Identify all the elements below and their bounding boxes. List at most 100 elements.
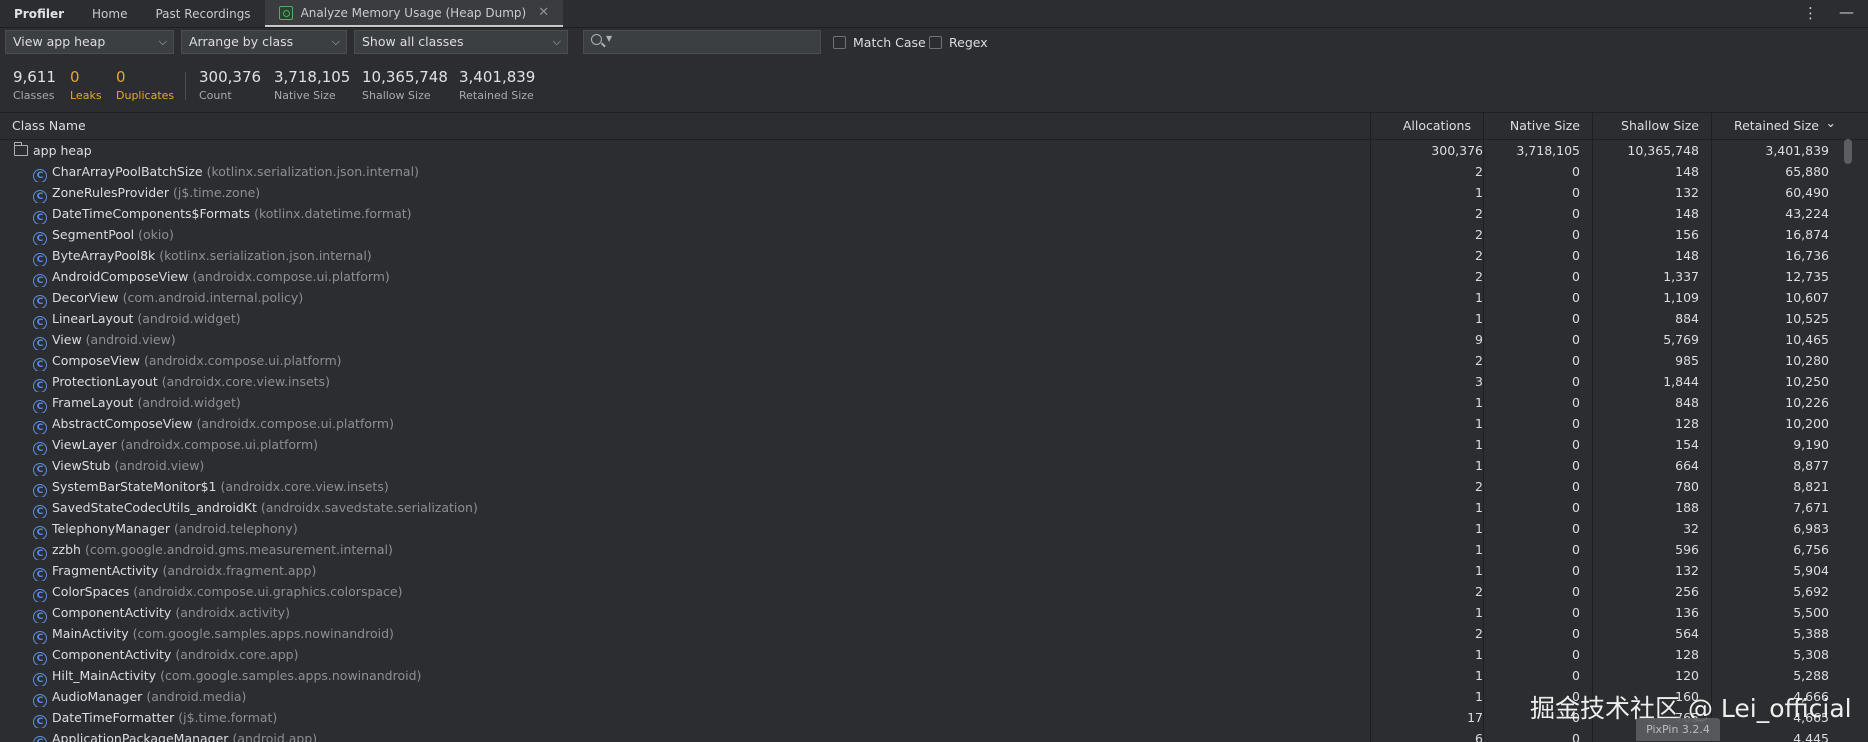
shallow-size-cell: 32 <box>1683 521 1699 536</box>
table-row[interactable]: C ByteArrayPool8k (kotlinx.serialization.… <box>0 245 1868 266</box>
table-row[interactable]: C SavedStateCodecUtils_androidKt (android… <box>0 497 1868 518</box>
allocations-cell: 2 <box>1475 353 1483 368</box>
table-row[interactable]: Czzbh (com.google.android.gms.measuremen… <box>0 539 1868 560</box>
heap-select-value: View app heap <box>13 34 106 49</box>
search-input[interactable] <box>616 33 815 53</box>
scrollbar-thumb[interactable] <box>1844 139 1852 164</box>
allocations-cell: 2 <box>1475 227 1483 242</box>
native-size-cell: 0 <box>1572 479 1580 494</box>
shallow-size-cell: 884 <box>1675 311 1699 326</box>
class-search-field[interactable]: ▼ <box>583 30 821 54</box>
table-row[interactable]: C DecorView (com.android.internal.policy)… <box>0 287 1868 308</box>
memory-analysis-icon <box>278 5 293 20</box>
native-size-cell: 0 <box>1572 416 1580 431</box>
class-package: (com.google.android.gms.measurement.inte… <box>84 542 393 557</box>
table-row[interactable]: C SegmentPool (okio) 2 0 156 16,874 <box>0 224 1868 245</box>
table-row[interactable]: C AbstractComposeView (androidx.compose.u… <box>0 413 1868 434</box>
class-name-cell: C ComponentActivity (androidx.core.app) <box>0 644 1403 665</box>
arrange-select[interactable]: Arrange by class ⌵ <box>181 30 347 54</box>
native-size-cell: 0 <box>1572 521 1580 536</box>
native-size-cell: 0 <box>1572 584 1580 599</box>
table-row-app-heap[interactable]: app heap 300,376 3,718,105 10,365,748 3,401,… <box>0 140 1868 161</box>
retained-size-cell: 5,288 <box>1793 668 1829 683</box>
class-name-cell: C ViewStub (android.view) <box>0 455 1403 476</box>
class-name-cell: C ViewLayer (androidx.compose.ui.platform… <box>0 434 1403 455</box>
tab-past-recordings[interactable]: Past Recordings <box>141 0 264 27</box>
class-filter-select[interactable]: Show all classes ⌵ <box>354 30 568 54</box>
table-row[interactable]: C ComponentActivity (androidx.core.app) 1 0… <box>0 644 1868 665</box>
allocations-cell: 2 <box>1475 584 1483 599</box>
table-row[interactable]: C ViewStub (android.view) 1 0 664 8,877 <box>0 455 1868 476</box>
search-history-dropdown-icon[interactable]: ▼ <box>606 34 612 43</box>
table-row[interactable]: C TelephonyManager (android.telephony) 1 0 3… <box>0 518 1868 539</box>
column-header-allocations[interactable]: Allocations <box>1370 113 1483 139</box>
class-name-cell: C ComposeView (androidx.compose.ui.platfo… <box>0 350 1403 371</box>
shallow-size-cell: 985 <box>1675 353 1699 368</box>
native-size-cell: 0 <box>1572 353 1580 368</box>
table-row[interactable]: C SystemBarStateMonitor$1 (androidx.core.… <box>0 476 1868 497</box>
class-package: (kotlinx.datetime.format) <box>254 206 412 221</box>
tab-home[interactable]: Home <box>78 0 141 27</box>
table-row[interactable]: C ApplicationPackageManager (android.app)… <box>0 728 1868 742</box>
table-row[interactable]: C ViewLayer (androidx.compose.ui.platform… <box>0 434 1868 455</box>
shallow-size-cell: 596 <box>1675 542 1699 557</box>
vertical-scrollbar[interactable] <box>1844 139 1852 741</box>
table-row[interactable]: C CharArrayPoolBatchSize (kotlinx.seriali… <box>0 161 1868 182</box>
class-name: AndroidComposeView <box>52 269 189 284</box>
shallow-size-cell: 564 <box>1675 626 1699 641</box>
table-row[interactable]: C DateTimeComponents$Formats (kotlinx.dat… <box>0 203 1868 224</box>
column-header-retained-size[interactable]: Retained Size ⌄ <box>1711 113 1845 139</box>
match-case-box[interactable] <box>833 36 846 49</box>
class-name-cell: C TelephonyManager (android.telephony) <box>0 518 1403 539</box>
class-icon: C <box>33 211 47 224</box>
allocations-cell: 2 <box>1475 626 1483 641</box>
more-vertical-icon[interactable]: ⋮ <box>1803 4 1818 22</box>
table-row[interactable]: C FrameLayout (android.widget) 1 0 848 10,226 <box>0 392 1868 413</box>
class-package: (com.android.internal.policy) <box>122 290 304 305</box>
tab-analyze-memory-usage[interactable]: Analyze Memory Usage (Heap Dump) ✕ <box>264 0 564 27</box>
table-row[interactable]: C FragmentActivity (androidx.fragment.app… <box>0 560 1868 581</box>
class-icon: C <box>33 253 47 266</box>
retained-size-cell: 8,877 <box>1793 458 1829 473</box>
column-header-class-name[interactable]: Class Name <box>0 113 1370 139</box>
search-icon[interactable] <box>591 34 602 45</box>
minimize-icon[interactable]: — <box>1839 3 1854 21</box>
allocations-cell: 1 <box>1475 521 1483 536</box>
allocations-cell: 1 <box>1475 542 1483 557</box>
class-icon: C <box>33 400 47 413</box>
native-size-cell: 0 <box>1572 311 1580 326</box>
table-row[interactable]: C ProtectionLayout (androidx.core.view.in… <box>0 371 1868 392</box>
shallow-size-cell: 664 <box>1675 458 1699 473</box>
class-name: Hilt_MainActivity <box>52 668 157 683</box>
class-name: DecorView <box>52 290 119 305</box>
table-row[interactable]: C ComposeView (androidx.compose.ui.platfo… <box>0 350 1868 371</box>
regex-checkbox[interactable]: Regex <box>929 35 988 50</box>
table-row[interactable]: C View (android.view) 9 0 5,769 10,465 <box>0 329 1868 350</box>
column-header-shallow-size[interactable]: Shallow Size <box>1592 113 1711 139</box>
match-case-checkbox[interactable]: Match Case <box>833 35 926 50</box>
class-icon: C <box>33 568 47 581</box>
native-size-cell: 0 <box>1572 395 1580 410</box>
heap-select[interactable]: View app heap ⌵ <box>5 30 174 54</box>
table-row[interactable]: C MainActivity (com.google.samples.apps.n… <box>0 623 1868 644</box>
table-row[interactable]: C ColorSpaces (androidx.compose.ui.graphi… <box>0 581 1868 602</box>
allocations-cell: 1 <box>1475 395 1483 410</box>
close-icon[interactable]: ✕ <box>538 5 549 20</box>
retained-size-cell: 60,490 <box>1785 185 1829 200</box>
class-name: TelephonyManager <box>52 521 170 536</box>
class-name: ProtectionLayout <box>52 374 158 389</box>
column-header-native-size[interactable]: Native Size <box>1483 113 1592 139</box>
table-row[interactable]: C ComponentActivity (androidx.activity) 1 0… <box>0 602 1868 623</box>
table-row[interactable]: C Hilt_MainActivity (com.google.samples.a… <box>0 665 1868 686</box>
stat-duplicates-label: Duplicates <box>116 89 175 102</box>
table-row[interactable]: C AndroidComposeView (androidx.compose.ui… <box>0 266 1868 287</box>
retained-size-cell: 65,880 <box>1785 164 1829 179</box>
stat-leaks[interactable]: 0 Leaks <box>70 68 102 102</box>
class-package: (androidx.compose.ui.platform) <box>196 416 394 431</box>
regex-box[interactable] <box>929 36 942 49</box>
allocations-cell: 1 <box>1475 668 1483 683</box>
table-row[interactable]: C ZoneRulesProvider (j$.time.zone) 1 0 132 60… <box>0 182 1868 203</box>
table-row[interactable]: C LinearLayout (android.widget) 1 0 884 10,52… <box>0 308 1868 329</box>
profiler-brand-tab[interactable]: Profiler <box>0 0 78 27</box>
stat-duplicates[interactable]: 0 Duplicates <box>116 68 174 102</box>
